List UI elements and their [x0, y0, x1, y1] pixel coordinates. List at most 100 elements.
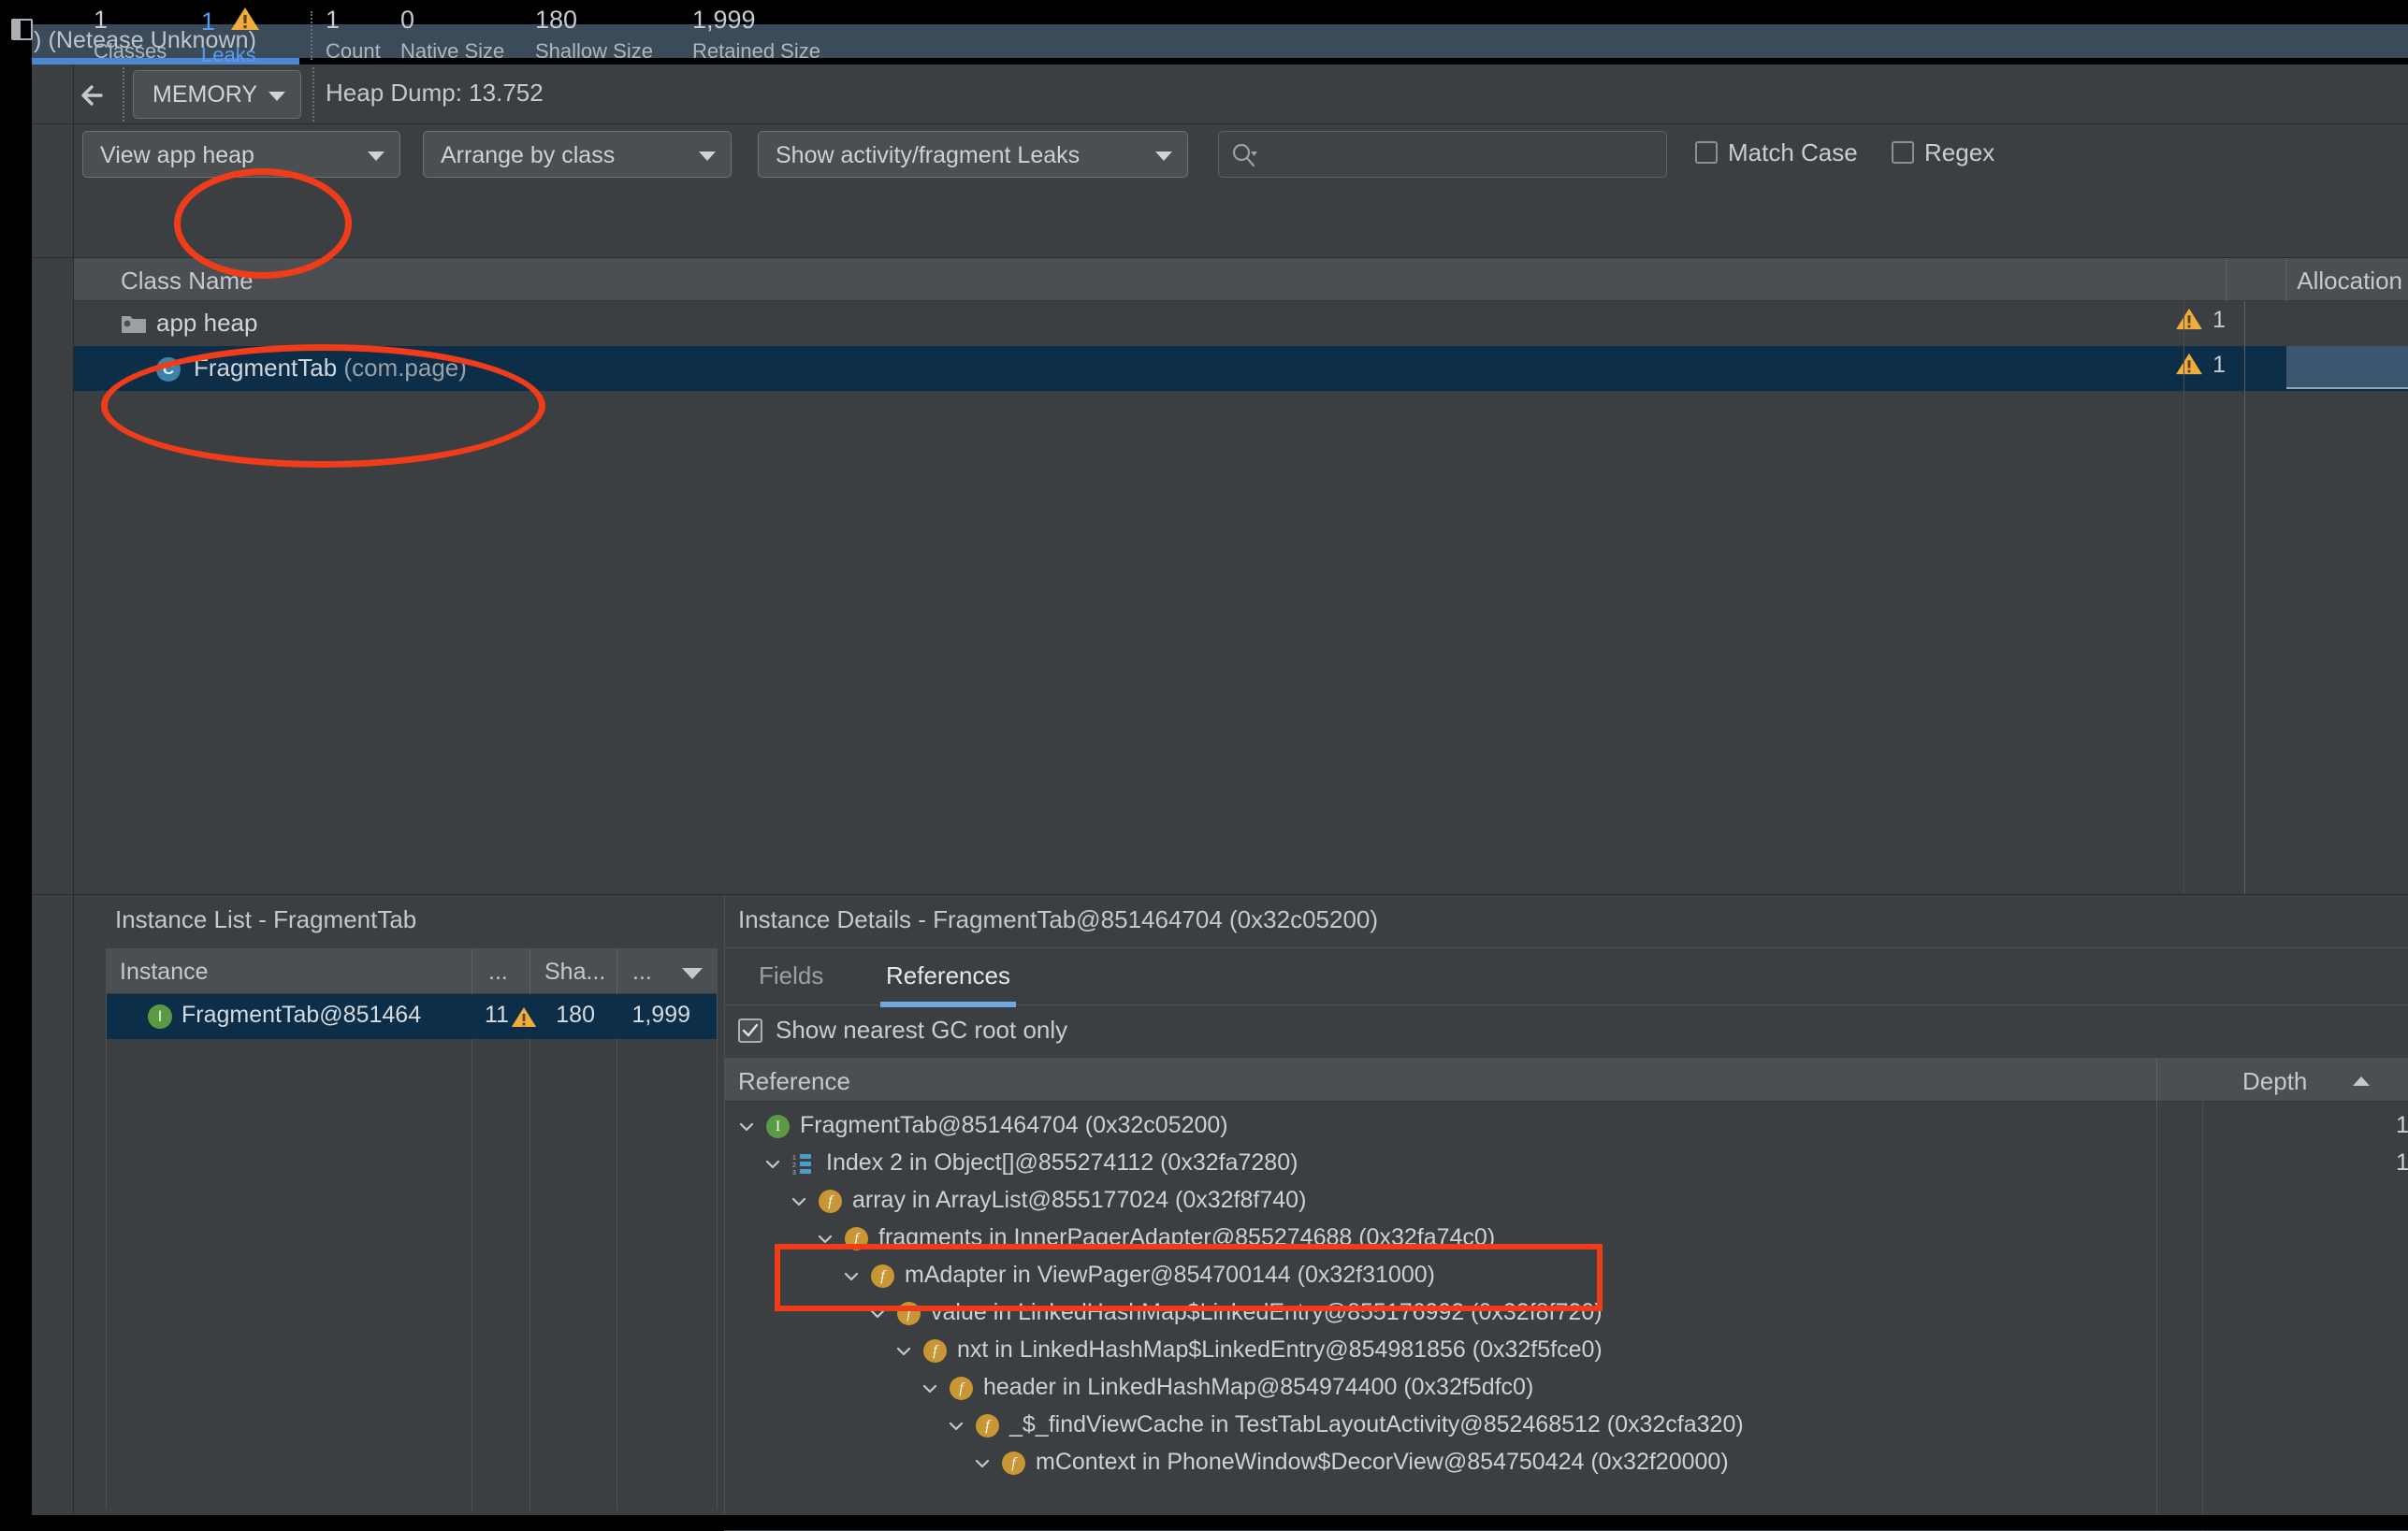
reference-label: mContext in PhoneWindow$DecorView@854750…: [1036, 1449, 1729, 1475]
svg-text:2: 2: [792, 1163, 796, 1169]
chevron-down-icon: [699, 152, 716, 161]
match-case-label: Match Case: [1728, 138, 1858, 166]
column-retained-short[interactable]: ...: [632, 959, 652, 986]
chevron-down-icon[interactable]: [921, 1380, 938, 1397]
class-table-left-rail: [32, 258, 74, 894]
instance-list-title: Instance List - FragmentTab: [74, 895, 718, 946]
reference-label: value in LinkedHashMap$LinkedEntry@85517…: [931, 1299, 1603, 1325]
chevron-down-icon: [268, 92, 285, 101]
field-icon: f: [976, 1414, 999, 1437]
column-class-name[interactable]: Class Name: [121, 267, 254, 296]
column-instance[interactable]: Instance: [120, 959, 209, 986]
stat-count-value: 1: [326, 6, 341, 34]
chevron-down-icon[interactable]: [974, 1455, 991, 1472]
stat-leaks[interactable]: 1 Leaks: [201, 6, 260, 67]
stat-classes: 1 Classes: [94, 6, 167, 64]
sort-descending-icon[interactable]: [682, 968, 703, 979]
class-row-warn: 1: [2146, 352, 2226, 379]
stat-count-caption: Count: [326, 39, 381, 63]
chevron-down-icon[interactable]: [791, 1193, 807, 1210]
class-row-app-heap[interactable]: app heap 1: [74, 301, 2408, 346]
stat-retained-size-value: 1,999: [692, 6, 756, 34]
instance-retained: 1,999: [631, 1002, 690, 1028]
show-nearest-gc-root-checkbox[interactable]: [738, 1018, 762, 1043]
class-row-fragmenttab[interactable]: C FragmentTab (com.page) 1: [74, 346, 2408, 391]
reference-label: _$_findViewCache in TestTabLayoutActivit…: [1009, 1411, 1744, 1437]
search-input[interactable]: [1268, 136, 1651, 173]
field-icon: f: [1002, 1452, 1025, 1475]
field-icon: f: [871, 1264, 894, 1288]
field-icon: f: [923, 1339, 947, 1363]
regex-checkbox[interactable]: Regex: [1892, 138, 1995, 167]
class-table-header: Class Name Allocation: [74, 258, 2408, 301]
show-nearest-gc-root-label: Show nearest GC root only: [776, 1016, 1068, 1044]
warning-triangle-icon: [230, 6, 260, 38]
stat-leaks-caption: Leaks: [201, 43, 256, 66]
stat-native-size-value: 0: [400, 6, 415, 34]
heap-dump-label: Heap Dump: 13.752: [326, 79, 544, 107]
heap-folder-icon: [121, 312, 147, 339]
search-box[interactable]: [1218, 131, 1667, 178]
column-allocations[interactable]: Allocation: [2297, 267, 2402, 296]
tab-fields[interactable]: Fields: [759, 961, 823, 990]
array-icon: 1 2 3: [792, 1152, 817, 1177]
chevron-down-icon: [1155, 152, 1172, 161]
column-depth[interactable]: Depth: [2242, 1067, 2307, 1096]
toolbar-left-rail: [32, 65, 74, 123]
heap-stats-bar: [32, 187, 2408, 258]
field-icon: f: [845, 1227, 868, 1250]
stat-native-size: 0 Native Size: [400, 6, 504, 64]
arrange-by-dropdown[interactable]: Arrange by class: [423, 131, 732, 178]
panel-toggle-icon[interactable]: [11, 19, 33, 40]
stat-leaks-value: 1: [201, 6, 260, 38]
column-reference[interactable]: Reference: [738, 1067, 850, 1096]
class-table: Class Name Allocation app heap 1 C Fragm…: [32, 258, 2408, 894]
stats-left-rail: [32, 187, 74, 257]
chevron-down-icon[interactable]: [817, 1231, 834, 1248]
show-leaks-dropdown[interactable]: Show activity/fragment Leaks: [758, 131, 1188, 178]
reference-depth: 1: [2396, 1112, 2408, 1138]
class-icon: C: [156, 357, 181, 382]
instance-depth: 11: [485, 1002, 509, 1028]
field-icon: f: [950, 1377, 973, 1400]
instance-details-panel: Instance Details - FragmentTab@851464704…: [724, 895, 2408, 1531]
reference-label: Index 2 in Object[]@855274112 (0x32fa728…: [826, 1149, 1298, 1176]
chevron-down-icon[interactable]: [869, 1306, 886, 1322]
match-case-checkbox[interactable]: Match Case: [1695, 138, 1858, 167]
chevron-down-icon[interactable]: [764, 1156, 781, 1173]
stat-shallow-size: 180 Shallow Size: [535, 6, 653, 64]
references-tree: I FragmentTab@851464704 (0x32c05200) 1 1…: [724, 1102, 2408, 1531]
regex-box: [1892, 141, 1914, 164]
instance-name: FragmentTab@851464: [181, 1002, 422, 1028]
column-depth-short[interactable]: ...: [488, 959, 508, 986]
stat-retained-size: 1,999 Retained Size: [692, 6, 820, 64]
instance-row[interactable]: I FragmentTab@851464 11 180 1,999: [107, 994, 717, 1039]
reference-label: array in ArrayList@855177024 (0x32f8f740…: [852, 1187, 1307, 1213]
stat-classes-caption: Classes: [94, 39, 167, 63]
gc-root-row: Show nearest GC root only: [724, 1006, 2408, 1057]
android-studio-memory-profiler: ) (Netease Unknown) MEMORY Heap Dump: 13…: [0, 0, 2408, 1531]
stat-count: 1 Count: [326, 6, 381, 64]
arrange-by-label: Arrange by class: [441, 142, 616, 168]
stat-classes-value: 1: [94, 6, 109, 34]
filter-left-rail: [32, 124, 74, 187]
svg-text:1: 1: [792, 1155, 796, 1162]
reference-depth: 1: [2396, 1149, 2408, 1176]
chevron-down-icon[interactable]: [738, 1119, 755, 1135]
view-heap-label: View app heap: [100, 142, 254, 168]
chevron-down-icon[interactable]: [948, 1418, 965, 1435]
chevron-down-icon[interactable]: [843, 1268, 860, 1285]
column-shallow-short[interactable]: Sha...: [544, 959, 605, 986]
field-icon: f: [819, 1190, 842, 1213]
class-row-warn: 1: [2146, 307, 2226, 334]
bottom-left-rail: [32, 895, 74, 1530]
stat-retained-size-caption: Retained Size: [692, 39, 820, 63]
references-header: Reference Depth: [724, 1057, 2408, 1103]
sort-ascending-icon[interactable]: [2353, 1076, 2370, 1086]
chevron-down-icon[interactable]: [895, 1343, 912, 1360]
view-heap-dropdown[interactable]: View app heap: [82, 131, 400, 178]
profiler-mode-dropdown[interactable]: MEMORY: [133, 70, 301, 119]
tab-references[interactable]: References: [880, 961, 1016, 1007]
back-arrow-icon[interactable]: [73, 75, 114, 116]
screenshot-bottom-crop: [0, 1515, 2408, 1530]
